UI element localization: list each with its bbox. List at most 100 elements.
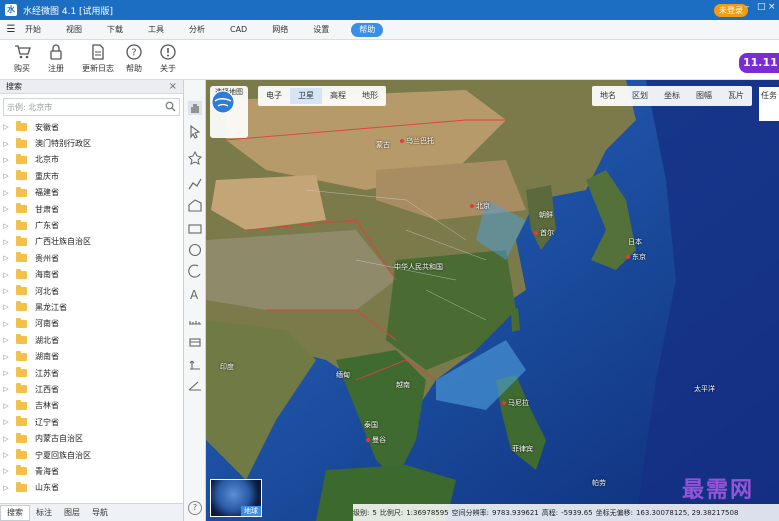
menu-start[interactable]: 开始	[22, 23, 44, 37]
draw-line-icon[interactable]	[187, 176, 203, 192]
tree-item[interactable]: ▷ 海南省	[0, 267, 183, 283]
draw-point-icon[interactable]	[187, 150, 203, 166]
map-type-electronic[interactable]: 电子	[258, 88, 290, 104]
promo-badge[interactable]: 11.11	[739, 53, 779, 73]
expand-arrow-icon[interactable]: ▷	[0, 254, 12, 262]
menu-download[interactable]: 下载	[104, 23, 126, 37]
search-icon[interactable]	[165, 101, 176, 112]
measure-height-icon[interactable]	[187, 356, 203, 372]
expand-arrow-icon[interactable]: ▷	[0, 418, 12, 426]
tree-item[interactable]: ▷ 宁夏回族自治区	[0, 447, 183, 463]
map-type-elevation[interactable]: 高程	[322, 88, 354, 104]
tree-item[interactable]: ▷ 贵州省	[0, 250, 183, 266]
close-window-icon[interactable]: ×	[768, 2, 776, 12]
tab-layers[interactable]: 图层	[58, 506, 86, 520]
measure-ruler-icon[interactable]	[187, 312, 203, 328]
overlay-divisions[interactable]: 区划	[624, 88, 656, 104]
tree-item[interactable]: ▷ 湖北省	[0, 332, 183, 348]
overlay-mapsheet[interactable]: 图幅	[688, 88, 720, 104]
tree-item[interactable]: ▷ 山东省	[0, 480, 183, 496]
tree-item[interactable]: ▷ 河南省	[0, 316, 183, 332]
map-view[interactable]: 蒙古 乌兰巴托 北京 朝鲜 首尔 日本 东京 中华人民共和国 缅甸 泰国 曼谷 …	[206, 80, 779, 521]
expand-arrow-icon[interactable]: ▷	[0, 385, 12, 393]
register-button[interactable]: 注册	[38, 43, 74, 77]
tree-item[interactable]: ▷ 北京市	[0, 152, 183, 168]
tree-item[interactable]: ▷ 广西壮族自治区	[0, 234, 183, 250]
expand-arrow-icon[interactable]: ▷	[0, 451, 12, 459]
measure-angle-icon[interactable]	[187, 377, 203, 393]
help-circle-icon[interactable]: ?	[188, 501, 202, 515]
tree-item[interactable]: ▷ 甘肃省	[0, 201, 183, 217]
tree-item[interactable]: ▷ 江苏省	[0, 365, 183, 381]
tree-item[interactable]: ▷ 江西省	[0, 381, 183, 397]
map-selector-button[interactable]: 选择地图	[210, 86, 248, 138]
select-arrow-icon[interactable]	[187, 124, 203, 140]
overlay-placenames[interactable]: 地名	[592, 88, 624, 104]
expand-arrow-icon[interactable]: ▷	[0, 123, 12, 131]
tree-item[interactable]: ▷ 福建省	[0, 185, 183, 201]
minimize-icon[interactable]: –	[745, 2, 750, 12]
about-button[interactable]: 关于	[150, 43, 186, 77]
tab-search[interactable]: 搜索	[0, 504, 30, 521]
maximize-icon[interactable]: □	[757, 2, 766, 12]
overlay-coordinates[interactable]: 坐标	[656, 88, 688, 104]
tree-item[interactable]: ▷ 澳门特别行政区	[0, 135, 183, 151]
expand-arrow-icon[interactable]: ▷	[0, 189, 12, 197]
expand-arrow-icon[interactable]: ▷	[0, 238, 12, 246]
pan-hand-icon[interactable]	[187, 100, 203, 116]
expand-arrow-icon[interactable]: ▷	[0, 353, 12, 361]
expand-arrow-icon[interactable]: ▷	[0, 402, 12, 410]
changelog-button[interactable]: 更新日志	[79, 43, 117, 77]
expand-arrow-icon[interactable]: ▷	[0, 320, 12, 328]
expand-arrow-icon[interactable]: ▷	[0, 303, 12, 311]
tree-item[interactable]: ▷ 广东省	[0, 217, 183, 233]
menu-view[interactable]: 视图	[63, 23, 85, 37]
menu-settings[interactable]: 设置	[310, 23, 332, 37]
menu-network[interactable]: 网络	[269, 23, 291, 37]
menu-tools[interactable]: 工具	[145, 23, 167, 37]
expand-arrow-icon[interactable]: ▷	[0, 222, 12, 230]
text-tool-icon[interactable]: A	[187, 286, 203, 302]
tree-item[interactable]: ▷ 辽宁省	[0, 414, 183, 430]
expand-arrow-icon[interactable]: ▷	[0, 271, 12, 279]
search-input[interactable]	[4, 99, 179, 115]
expand-arrow-icon[interactable]: ▷	[0, 467, 12, 475]
map-type-terrain[interactable]: 地形	[354, 88, 386, 104]
menu-analysis[interactable]: 分析	[186, 23, 208, 37]
globe-overview[interactable]: 地球	[210, 479, 262, 517]
menu-cad[interactable]: CAD	[227, 23, 250, 37]
hamburger-menu-icon[interactable]: ☰	[0, 24, 22, 35]
draw-sector-icon[interactable]	[187, 263, 203, 279]
tree-item[interactable]: ▷ 内蒙古自治区	[0, 430, 183, 446]
tab-annotation[interactable]: 标注	[30, 506, 58, 520]
task-panel-button[interactable]: 任务	[759, 87, 779, 121]
expand-arrow-icon[interactable]: ▷	[0, 484, 12, 492]
tree-item[interactable]: ▷ 重庆市	[0, 168, 183, 184]
panel-close-icon[interactable]: ×	[169, 81, 177, 92]
login-button[interactable]: 未登录	[714, 4, 748, 17]
help-button[interactable]: ? 帮助	[116, 43, 152, 77]
tree-item[interactable]: ▷ 吉林省	[0, 398, 183, 414]
expand-arrow-icon[interactable]: ▷	[0, 287, 12, 295]
expand-arrow-icon[interactable]: ▷	[0, 435, 12, 443]
overlay-tiles[interactable]: 瓦片	[720, 88, 752, 104]
draw-rectangle-icon[interactable]	[187, 221, 203, 237]
buy-button[interactable]: 购买	[4, 43, 40, 77]
tree-item[interactable]: ▷ 河北省	[0, 283, 183, 299]
draw-circle-icon[interactable]	[187, 242, 203, 258]
tree-item[interactable]: ▷ 青海省	[0, 463, 183, 479]
tree-item[interactable]: ▷ 安徽省	[0, 119, 183, 135]
expand-arrow-icon[interactable]: ▷	[0, 369, 12, 377]
tree-item[interactable]: ▷ 黑龙江省	[0, 299, 183, 315]
expand-arrow-icon[interactable]: ▷	[0, 172, 12, 180]
map-type-satellite[interactable]: 卫星	[290, 88, 322, 104]
menu-help[interactable]: 帮助	[351, 22, 384, 37]
expand-arrow-icon[interactable]: ▷	[0, 140, 12, 148]
draw-polygon-icon[interactable]	[187, 198, 203, 214]
tree-item[interactable]: ▷ 湖南省	[0, 348, 183, 364]
tab-navigation[interactable]: 导航	[86, 506, 114, 520]
expand-arrow-icon[interactable]: ▷	[0, 156, 12, 164]
measure-area-icon[interactable]	[187, 334, 203, 350]
expand-arrow-icon[interactable]: ▷	[0, 205, 12, 213]
expand-arrow-icon[interactable]: ▷	[0, 336, 12, 344]
